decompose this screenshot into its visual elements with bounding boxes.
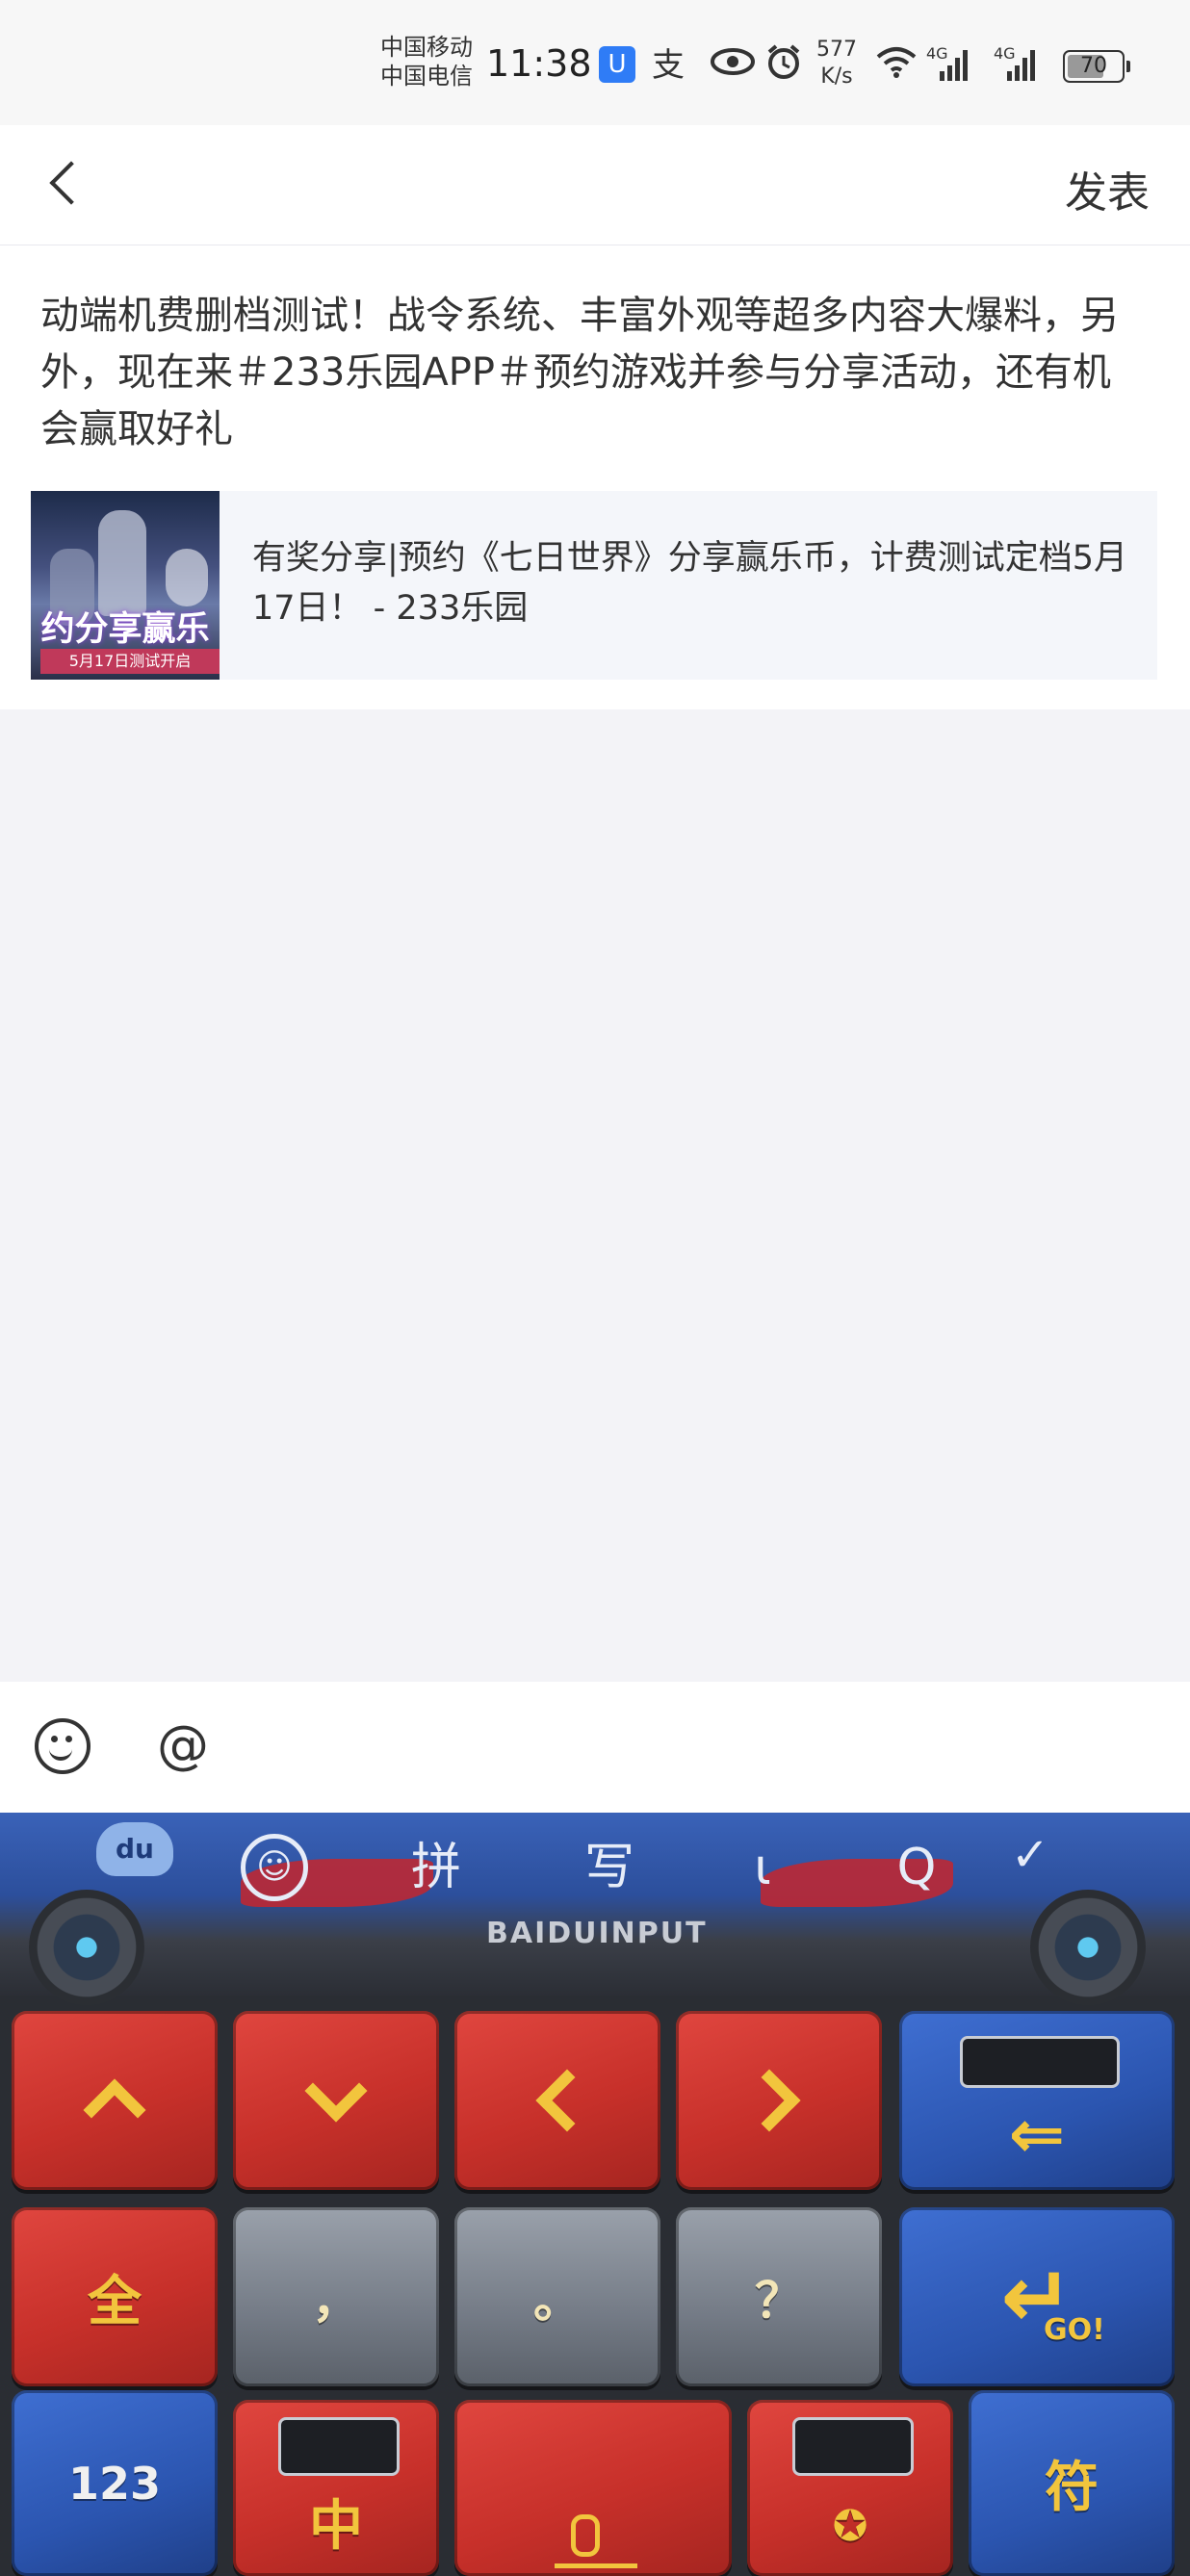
top-bar: 发表	[0, 125, 1190, 245]
carrier-1: 中国移动	[380, 34, 473, 61]
keyboard-brand: BAIDUINPUT	[486, 1917, 708, 1950]
speed-value: 577	[816, 38, 857, 62]
numbers-key[interactable]: 123	[12, 2390, 218, 2576]
handwriting-mode-button[interactable]: 写	[566, 1834, 653, 1901]
key-left[interactable]	[454, 2011, 660, 2190]
comma-label: ，	[312, 2273, 360, 2329]
share-thumbnail: 约分享赢乐 5月17日测试开启	[31, 491, 220, 680]
key-up[interactable]	[12, 2011, 218, 2190]
microphone-icon	[570, 2514, 600, 2557]
share-card[interactable]: 约分享赢乐 5月17日测试开启 有奖分享|预约《七日世界》分享赢乐币，计费测试定…	[31, 491, 1157, 680]
key-right[interactable]	[676, 2011, 882, 2190]
keyboard: du ☺ 拼 写 ι Q BAIDUINPUT ✓ ⇐ 全 ， 。 ？ ↵ GO…	[0, 1813, 1190, 2576]
comma-key[interactable]: ，	[233, 2207, 439, 2386]
question-label: ？	[755, 2273, 803, 2329]
alarm-icon	[763, 42, 805, 81]
symbols-key[interactable]: 符	[969, 2390, 1175, 2576]
chinese-mode-key[interactable]: 中	[233, 2400, 439, 2576]
alipay-icon: 支	[652, 45, 685, 85]
enter-go-label: GO!	[1044, 2313, 1105, 2347]
empty-area	[0, 709, 1190, 1682]
period-key[interactable]: 。	[454, 2207, 660, 2386]
period-label: 。	[533, 2273, 582, 2329]
arrow-left-icon	[535, 2069, 599, 2132]
key-down[interactable]	[233, 2011, 439, 2190]
wifi-icon	[874, 42, 918, 81]
space-key[interactable]	[454, 2400, 732, 2576]
arrow-down-icon	[304, 2059, 368, 2123]
network-speed: 577 K/s	[816, 37, 857, 90]
cursor-button[interactable]: ι	[743, 1834, 782, 1901]
keyboard-emoji-icon[interactable]: ☺	[241, 1834, 308, 1901]
collapse-keyboard-icon[interactable]: ✓	[1001, 1828, 1059, 1882]
carrier-labels: 中国移动 中国电信	[380, 33, 473, 90]
symbols-label: 符	[1045, 2457, 1099, 2519]
share-card-title: 有奖分享|预约《七日世界》分享赢乐币，计费测试定档5月17日！ - 233乐园	[252, 539, 1128, 628]
battery-level: 70	[1080, 54, 1107, 78]
arrow-right-icon	[737, 2069, 801, 2132]
skin-key[interactable]: ✪	[747, 2400, 953, 2576]
chinese-mode-label: 中	[309, 2495, 363, 2558]
app-badge-icon: U	[599, 46, 635, 83]
post-editor[interactable]: 动端机费删档测试！战令系统、丰富外观等超多内容大爆料，另外，现在来＃233乐园A…	[0, 245, 1190, 709]
eye-icon	[709, 42, 757, 81]
keyboard-toolbar: du ☺ 拼 写 ι Q BAIDUINPUT ✓	[0, 1813, 1190, 2005]
carrier-2: 中国电信	[380, 63, 473, 90]
full-width-key[interactable]: 全	[12, 2207, 218, 2386]
pinyin-mode-button[interactable]: 拼	[402, 1834, 470, 1901]
publish-button[interactable]: 发表	[1065, 158, 1150, 219]
compose-toolbar: @	[0, 1682, 1190, 1813]
speed-unit: K/s	[820, 64, 853, 89]
baidu-logo-icon[interactable]: du	[96, 1822, 173, 1876]
back-button[interactable]	[39, 152, 96, 218]
enter-key[interactable]: ↵ GO!	[899, 2207, 1175, 2386]
question-key[interactable]: ？	[676, 2207, 882, 2386]
numbers-label: 123	[67, 2457, 162, 2510]
network-type-1: 4G	[926, 44, 948, 63]
backspace-icon: ⇐	[1008, 2095, 1066, 2174]
keyboard-search-button[interactable]: Q	[888, 1834, 945, 1901]
emoji-icon[interactable]	[33, 1716, 91, 1774]
signal-icon: 4G	[994, 44, 1036, 83]
clock: 11:38	[486, 42, 592, 85]
post-text[interactable]: 动端机费删档测试！战令系统、丰富外观等超多内容大爆料，另外，现在来＃233乐园A…	[40, 288, 1148, 458]
full-width-label: 全	[88, 2270, 142, 2333]
mention-button[interactable]: @	[154, 1716, 212, 1774]
status-bar: 中国移动 中国电信 11:38 U 支 577 K/s 4G 4G 70	[0, 0, 1190, 125]
chevron-left-icon	[49, 161, 93, 205]
arrow-up-icon	[83, 2078, 146, 2142]
thumbnail-date: 5月17日测试开启	[40, 649, 220, 674]
autobot-icon: ✪	[832, 2502, 868, 2551]
thumbnail-banner: 约分享赢乐	[40, 610, 210, 649]
signal-icon: 4G	[926, 44, 969, 83]
network-type-2: 4G	[994, 44, 1016, 63]
backspace-key[interactable]: ⇐	[899, 2011, 1175, 2190]
battery-icon: 70	[1063, 50, 1130, 83]
